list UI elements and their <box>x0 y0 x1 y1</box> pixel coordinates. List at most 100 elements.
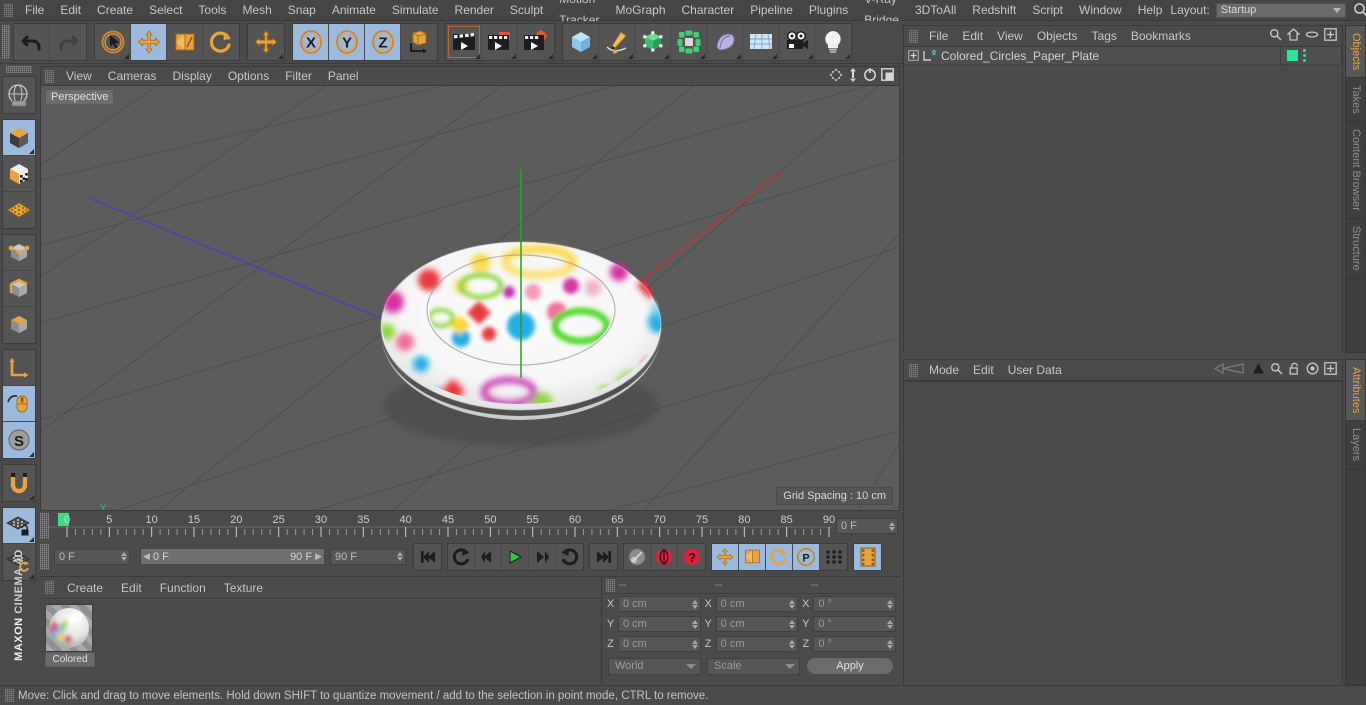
add-light-button[interactable] <box>815 24 851 60</box>
stepper-arrows[interactable] <box>691 619 698 629</box>
toolbar-drag-grip[interactable] <box>2 25 10 59</box>
stepper-arrows[interactable] <box>691 639 698 649</box>
menu-item-character[interactable]: Character <box>674 0 743 21</box>
expand-icon[interactable] <box>1324 362 1337 378</box>
stepper-arrows[interactable] <box>691 599 698 609</box>
material-tag-icon[interactable] <box>1287 50 1298 61</box>
position-y-field[interactable]: 0 cm <box>618 616 701 632</box>
size-x-field[interactable]: 0 cm <box>715 596 799 612</box>
undo-button[interactable] <box>14 24 50 60</box>
size-z-field[interactable]: 0 cm <box>715 636 799 652</box>
transform-mode-dropdown[interactable]: Scale <box>707 657 800 675</box>
position-key-button[interactable] <box>712 543 739 570</box>
material-item[interactable]: Colored <box>45 604 95 667</box>
home-icon[interactable] <box>1286 28 1301 44</box>
keyframe-selection-button[interactable]: ? <box>678 544 705 570</box>
previous-frame-button[interactable] <box>475 543 502 570</box>
rotation-x-field[interactable]: 0 ° <box>813 596 897 612</box>
stepper-arrows[interactable] <box>121 552 127 561</box>
timeline-drag-grip[interactable] <box>40 513 49 539</box>
material-drag-grip[interactable] <box>45 581 54 594</box>
target-icon[interactable] <box>1306 362 1319 378</box>
stepper-arrows[interactable] <box>887 619 894 629</box>
add-camera-button[interactable] <box>779 24 815 60</box>
tab-objects[interactable]: Objects <box>1346 26 1365 79</box>
menu-drag-grip[interactable] <box>4 3 13 17</box>
menu-item-mograph[interactable]: MoGraph <box>607 0 673 21</box>
menu-item-animate[interactable]: Animate <box>324 0 384 21</box>
apply-button[interactable]: Apply <box>806 657 894 675</box>
dolly-view-icon[interactable] <box>847 67 859 85</box>
menu-item-help[interactable]: Help <box>1130 0 1171 21</box>
timeline-frame-field[interactable]: 0 F <box>836 518 898 534</box>
material-menu-item-texture[interactable]: Texture <box>215 577 272 599</box>
move-button[interactable] <box>131 24 167 60</box>
search-icon[interactable] <box>1352 1 1366 19</box>
object-menu-item-file[interactable]: File <box>922 26 955 47</box>
object-menu-item-objects[interactable]: Objects <box>1030 26 1085 47</box>
menu-item-edit[interactable]: Edit <box>52 0 89 21</box>
undo-view-button[interactable] <box>3 77 35 113</box>
pla-key-button[interactable]: P <box>793 543 820 570</box>
scale-key-button[interactable] <box>739 543 766 570</box>
range-left-arrow-icon[interactable]: ◀ <box>143 551 150 562</box>
menu-item-3dtoall[interactable]: 3DToAll <box>907 0 964 21</box>
move-axis-button[interactable] <box>248 24 284 60</box>
add-generator-button[interactable] <box>635 24 671 60</box>
position-z-field[interactable]: 0 cm <box>618 636 701 652</box>
object-tags-cell[interactable] <box>1281 49 1341 62</box>
object-menu-item-view[interactable]: View <box>990 26 1030 47</box>
workplane-lock-button[interactable] <box>3 508 35 544</box>
rotation-z-field[interactable]: 0 ° <box>813 636 897 652</box>
maximize-view-icon[interactable] <box>881 68 894 84</box>
menu-item-pipeline[interactable]: Pipeline <box>742 0 801 21</box>
menu-item-tools[interactable]: Tools <box>190 0 234 21</box>
viewport-menu-item-panel[interactable]: Panel <box>320 67 367 86</box>
stepper-arrows[interactable] <box>789 639 796 649</box>
expand-icon[interactable] <box>1324 28 1337 44</box>
stepper-arrows[interactable] <box>887 599 894 609</box>
menu-item-snap[interactable]: Snap <box>280 0 324 21</box>
object-menu-item-edit[interactable]: Edit <box>955 26 990 47</box>
stepper-arrows[interactable] <box>887 639 894 649</box>
status-drag-grip[interactable] <box>5 689 14 702</box>
max-frame-field[interactable]: 90 F <box>330 548 406 565</box>
object-manager-drag-grip[interactable] <box>909 29 918 43</box>
go-to-start-button[interactable] <box>414 544 441 570</box>
record-active-objects-button[interactable] <box>651 543 678 570</box>
texture-tag-icon[interactable] <box>1303 49 1306 62</box>
workplane-mode-button[interactable] <box>3 192 35 228</box>
menu-item-script[interactable]: Script <box>1024 0 1071 21</box>
current-frame-field[interactable]: 0 F <box>54 548 130 565</box>
menu-item-select[interactable]: Select <box>141 0 190 21</box>
range-right-arrow-icon[interactable]: ▶ <box>315 551 322 562</box>
edges-mode-button[interactable] <box>3 271 35 307</box>
material-menu-item-edit[interactable]: Edit <box>112 577 151 599</box>
tab-structure[interactable]: Structure <box>1346 218 1365 279</box>
play-reverse-button[interactable] <box>448 543 475 570</box>
live-selection-button[interactable] <box>95 24 131 60</box>
lock-y-button[interactable]: Y <box>329 24 365 60</box>
transport-drag-grip[interactable] <box>40 543 49 570</box>
object-axis-button[interactable] <box>3 350 35 386</box>
viewport-drag-grip[interactable] <box>45 69 54 83</box>
search-icon[interactable] <box>1269 28 1282 44</box>
world-object-coord-button[interactable] <box>401 24 437 60</box>
menu-item-file[interactable]: File <box>17 0 52 21</box>
soft-selection-button[interactable]: S <box>3 422 35 458</box>
history-arrow-icon[interactable] <box>1213 362 1247 378</box>
up-arrow-icon[interactable] <box>1252 362 1265 378</box>
size-y-field[interactable]: 0 cm <box>715 616 799 632</box>
pan-view-icon[interactable] <box>829 68 843 85</box>
render-view-button[interactable] <box>446 24 482 60</box>
autokeying-button[interactable] <box>624 543 651 570</box>
add-nurbs-button[interactable] <box>707 24 743 60</box>
rotate-button[interactable] <box>203 24 239 60</box>
points-mode-button[interactable] <box>3 235 35 271</box>
model-mode-button[interactable] <box>3 120 35 156</box>
tab-content-browser[interactable]: Content Browser <box>1346 122 1365 219</box>
add-cube-button[interactable] <box>563 24 599 60</box>
viewport-menu-item-filter[interactable]: Filter <box>277 67 320 86</box>
rotate-view-icon[interactable] <box>863 67 877 85</box>
material-menu-item-function[interactable]: Function <box>151 577 215 599</box>
